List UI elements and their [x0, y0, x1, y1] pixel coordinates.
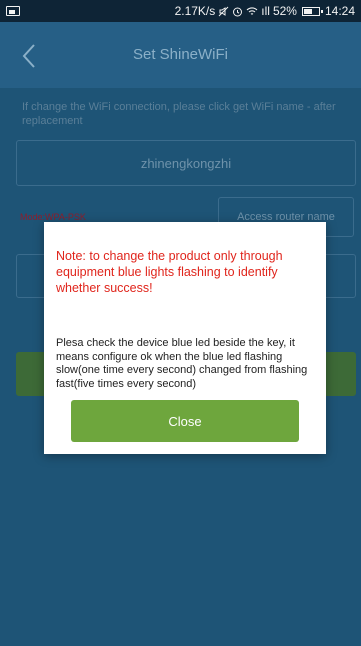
- dialog-message: Plesa check the device blue led beside t…: [56, 337, 308, 390]
- modal-overlay: Note: to change the product only through…: [0, 0, 361, 646]
- close-button[interactable]: Close: [71, 400, 299, 442]
- notice-dialog: Note: to change the product only through…: [44, 222, 326, 454]
- dialog-note: Note: to change the product only through…: [56, 249, 283, 295]
